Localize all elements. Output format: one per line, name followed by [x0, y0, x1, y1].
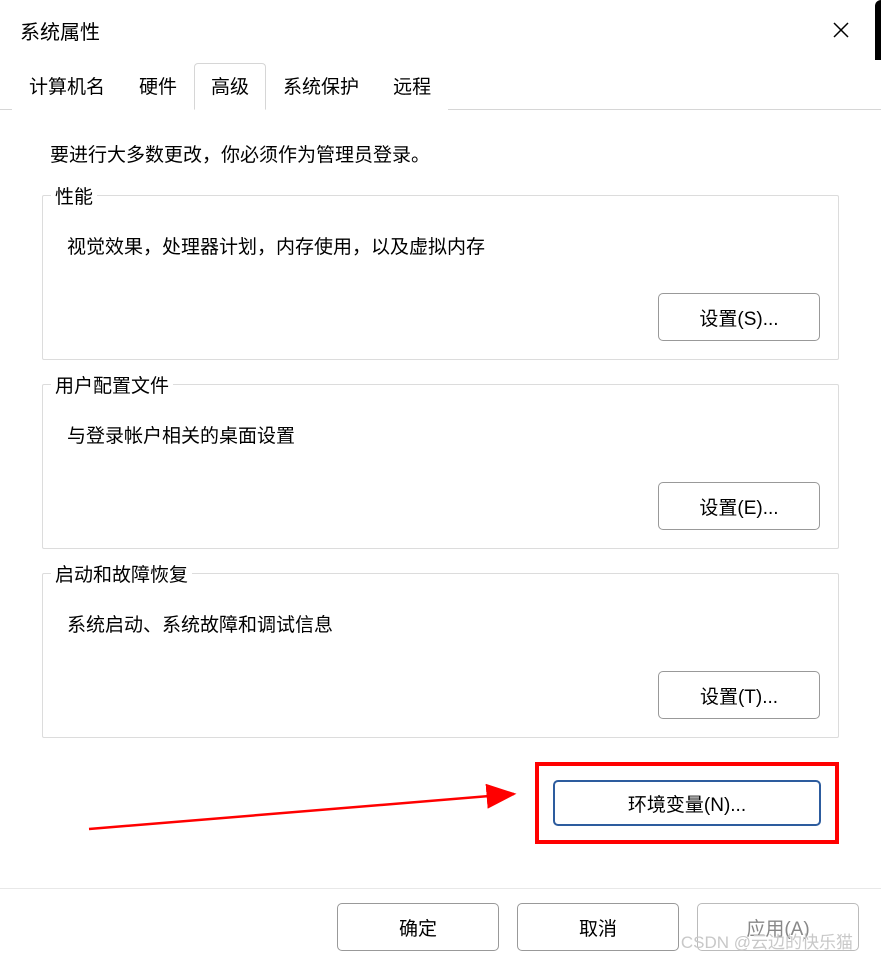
dialog-bottom-buttons: 确定 取消 应用(A) — [0, 888, 881, 965]
admin-notice-text: 要进行大多数更改，你必须作为管理员登录。 — [42, 140, 839, 167]
system-properties-dialog: 系统属性 计算机名 硬件 高级 系统保护 远程 要进行大多数更改，你必须作为管理… — [0, 0, 881, 965]
tab-advanced[interactable]: 高级 — [194, 63, 266, 110]
apply-button[interactable]: 应用(A) — [697, 903, 859, 951]
tab-system-protection[interactable]: 系统保护 — [266, 63, 376, 110]
close-button[interactable] — [821, 14, 861, 46]
tab-computer-name[interactable]: 计算机名 — [12, 63, 122, 110]
user-profile-group: 用户配置文件 与登录帐户相关的桌面设置 设置(E)... — [42, 384, 839, 549]
performance-group-desc: 视觉效果，处理器计划，内存使用，以及虚拟内存 — [67, 232, 820, 259]
startup-settings-button[interactable]: 设置(T)... — [658, 671, 820, 719]
titlebar: 系统属性 — [0, 0, 881, 56]
tabs: 计算机名 硬件 高级 系统保护 远程 — [12, 62, 869, 109]
tab-container: 计算机名 硬件 高级 系统保护 远程 — [0, 62, 881, 110]
env-button-highlight-box: 环境变量(N)... — [535, 762, 839, 844]
environment-variables-button[interactable]: 环境变量(N)... — [553, 780, 821, 826]
user-profile-settings-button[interactable]: 设置(E)... — [658, 482, 820, 530]
tab-hardware[interactable]: 硬件 — [122, 63, 194, 110]
tab-remote[interactable]: 远程 — [376, 63, 448, 110]
tab-content-advanced: 要进行大多数更改，你必须作为管理员登录。 性能 视觉效果，处理器计划，内存使用，… — [0, 110, 881, 864]
performance-settings-button[interactable]: 设置(S)... — [658, 293, 820, 341]
startup-group: 启动和故障恢复 系统启动、系统故障和调试信息 设置(T)... — [42, 573, 839, 738]
user-profile-group-title: 用户配置文件 — [51, 371, 173, 398]
window-edge-decoration — [875, 0, 881, 60]
cancel-button[interactable]: 取消 — [517, 903, 679, 951]
user-profile-button-row: 设置(E)... — [61, 482, 820, 530]
startup-group-title: 启动和故障恢复 — [51, 560, 192, 587]
close-icon — [833, 22, 849, 38]
performance-group: 性能 视觉效果，处理器计划，内存使用，以及虚拟内存 设置(S)... — [42, 195, 839, 360]
ok-button[interactable]: 确定 — [337, 903, 499, 951]
startup-group-desc: 系统启动、系统故障和调试信息 — [67, 610, 820, 637]
user-profile-group-desc: 与登录帐户相关的桌面设置 — [67, 421, 820, 448]
startup-button-row: 设置(T)... — [61, 671, 820, 719]
performance-button-row: 设置(S)... — [61, 293, 820, 341]
dialog-title: 系统属性 — [20, 16, 100, 45]
performance-group-title: 性能 — [51, 182, 97, 209]
